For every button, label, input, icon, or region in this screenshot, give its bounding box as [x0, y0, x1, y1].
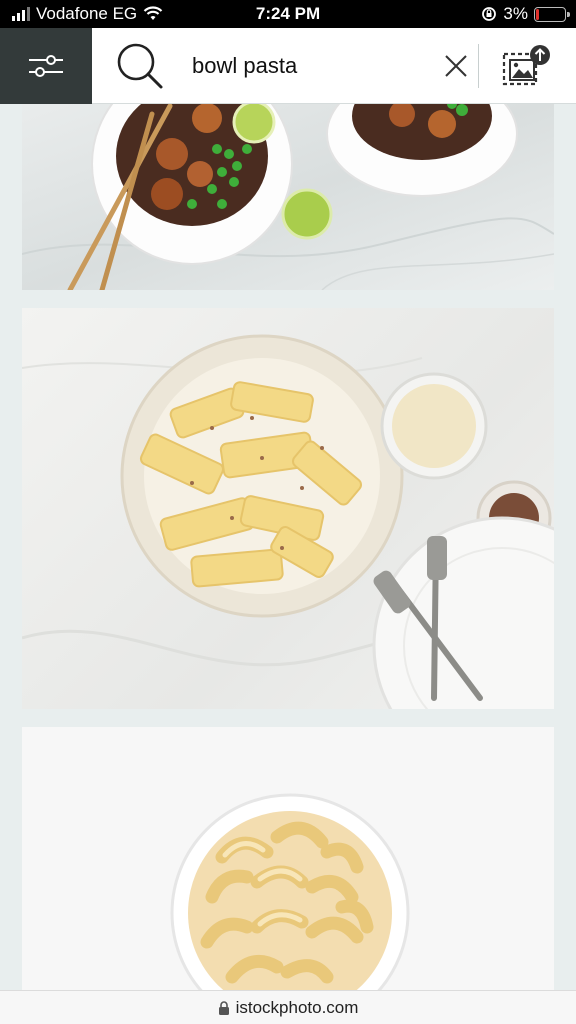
search-result-image[interactable] — [22, 104, 554, 290]
lock-icon — [218, 1000, 229, 1015]
battery-icon — [534, 6, 570, 22]
status-bar: Vodafone EG 7:24 PM 3% — [0, 0, 576, 28]
battery-percent: 3% — [503, 4, 528, 23]
search-icon — [117, 43, 163, 89]
image-search-icon[interactable] — [500, 42, 554, 90]
result-photo-pappardelle — [22, 334, 554, 709]
search-input[interactable] — [192, 50, 422, 82]
result-photo-macaroni — [170, 793, 410, 997]
header-divider — [478, 44, 479, 88]
search-result-image[interactable] — [22, 308, 554, 709]
result-photo-noodles — [22, 104, 554, 290]
orientation-lock-icon — [482, 7, 497, 21]
filter-sliders-icon — [29, 55, 63, 77]
filter-button[interactable] — [0, 28, 92, 104]
clear-icon — [445, 55, 467, 77]
status-right: 3% — [481, 4, 570, 24]
browser-url-bar[interactable]: istockphoto.com — [0, 990, 576, 1024]
search-result-image[interactable] — [22, 727, 554, 997]
url-domain: istockphoto.com — [235, 997, 359, 1017]
search-header — [0, 28, 576, 104]
clear-search-button[interactable] — [440, 50, 472, 82]
